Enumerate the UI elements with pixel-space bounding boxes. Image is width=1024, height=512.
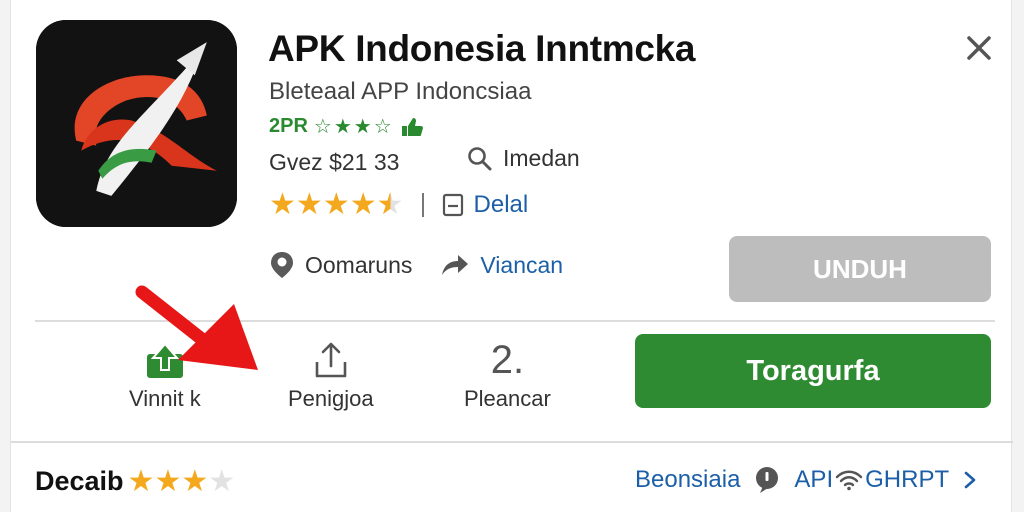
close-icon xyxy=(967,36,991,60)
divider xyxy=(421,193,424,217)
swoosh-logo-icon xyxy=(36,20,237,227)
number-icon: 2. xyxy=(490,338,525,382)
action-label: Pleancar xyxy=(464,386,551,411)
share-up-icon xyxy=(315,342,347,378)
details-section-header: Decaib ★ ★ ★ ★ xyxy=(35,466,235,497)
location-pin-icon xyxy=(271,252,293,278)
empty-star-icon: ★ xyxy=(208,464,236,498)
location-label: Imedan xyxy=(503,145,580,171)
app-card: APK Indonesia Inntmcka Bleteaal APP Indo… xyxy=(10,0,1013,512)
green-star-icon: ★ xyxy=(333,116,354,138)
tail-label: GHRPT xyxy=(865,466,950,493)
detail-label: Delal xyxy=(473,191,529,218)
info-bubble-icon xyxy=(756,467,779,493)
location-search[interactable]: Imedan xyxy=(467,145,580,172)
star-icon: ★ xyxy=(127,464,155,498)
details-link: Beonsiaia xyxy=(635,466,741,493)
share-arrow-icon xyxy=(442,255,469,275)
green-rating-text: 2PR xyxy=(269,115,308,137)
star-icon: ★ xyxy=(269,188,296,221)
share-label: Viancan xyxy=(480,251,564,278)
divider xyxy=(35,320,995,322)
green-star-icon: ☆ xyxy=(313,116,334,138)
compare-label: Oomaruns xyxy=(305,251,413,278)
green-star-icon: ★ xyxy=(353,116,374,138)
upload-box-icon xyxy=(146,342,183,378)
star-icon: ★ xyxy=(181,464,209,498)
action-vinnit[interactable]: Vinnit k xyxy=(129,340,201,412)
api-label: API xyxy=(794,466,834,493)
star-icon: ★ xyxy=(154,464,182,498)
green-stars: ☆★★☆ xyxy=(314,114,394,139)
star-icon: ★ xyxy=(322,188,350,221)
action-label: Vinnit k xyxy=(129,386,201,411)
divider xyxy=(11,441,1013,443)
chevron-right-icon xyxy=(964,471,976,489)
half-star-icon: ★ xyxy=(376,188,404,221)
wifi-icon xyxy=(835,470,863,491)
details-link-row[interactable]: Beonsiaia API GHRPT xyxy=(635,466,977,494)
green-rating: 2PR ☆★★☆ xyxy=(269,114,424,139)
share-link[interactable]: Viancan xyxy=(440,252,563,279)
detail-link[interactable]: Delal xyxy=(442,191,529,219)
action-label: Penigjoa xyxy=(288,386,374,411)
green-star-icon: ☆ xyxy=(373,116,394,138)
meta-row: Oomaruns Viancan xyxy=(269,250,563,280)
search-icon xyxy=(468,146,492,170)
thumbs-up-icon xyxy=(401,117,423,136)
download-button[interactable]: UNDUH xyxy=(729,236,991,302)
app-title: APK Indonesia Inntmcka xyxy=(268,28,696,69)
rating-row: ★ ★ ★ ★ ★ Delal xyxy=(269,190,528,220)
app-logo xyxy=(36,20,237,227)
primary-button[interactable]: Toragurfa xyxy=(635,334,991,408)
action-pleancar[interactable]: 2. Pleancar xyxy=(464,340,551,412)
details-label: Decaib xyxy=(35,466,124,496)
close-button[interactable] xyxy=(961,30,997,66)
app-subtitle: Bleteaal APP Indoncsiaa xyxy=(269,78,532,105)
action-penigjoa[interactable]: Penigjoa xyxy=(288,340,374,412)
star-icon: ★ xyxy=(349,188,377,221)
document-icon xyxy=(442,193,463,217)
star-icon: ★ xyxy=(295,188,323,221)
size-info: Gvez $21 33 xyxy=(269,149,400,175)
